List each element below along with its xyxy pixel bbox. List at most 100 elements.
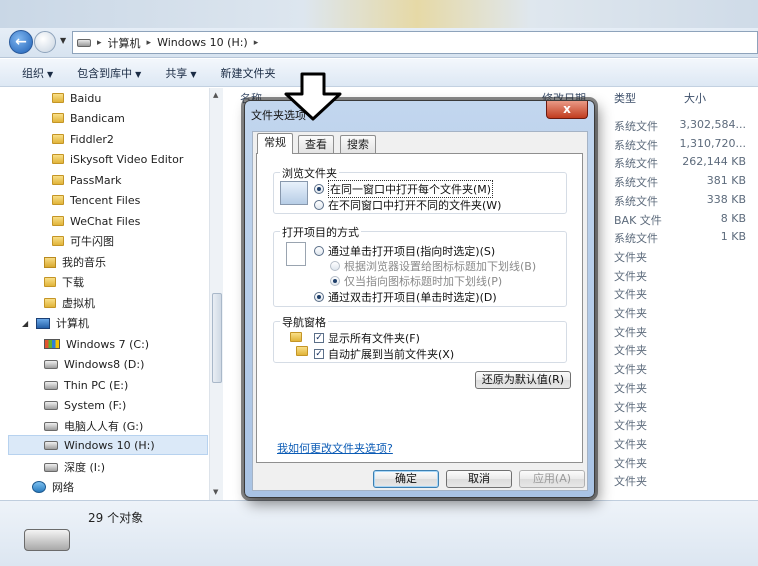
drive-icon (44, 462, 58, 472)
forward-button[interactable] (34, 31, 56, 53)
table-row[interactable]: BAK 文件 8 KB (614, 212, 754, 230)
organize-menu[interactable]: 组织 ▼ (22, 65, 53, 81)
folder-icon (52, 154, 64, 164)
table-row[interactable]: 文件夹 (614, 361, 754, 379)
nav-item-drive-h[interactable]: Windows 10 (H:) (8, 435, 208, 455)
nav-item-baidu[interactable]: Baidu (52, 88, 101, 108)
table-row[interactable]: 文件夹 (614, 417, 754, 435)
table-row[interactable]: 文件夹 (614, 286, 754, 304)
table-row[interactable]: 系统文件 338 KB (614, 193, 754, 211)
table-row[interactable]: 文件夹 (614, 324, 754, 342)
table-row[interactable]: 文件夹 (614, 342, 754, 360)
ok-button[interactable]: 确定 (373, 470, 439, 488)
recent-pages-chevron-icon[interactable]: ▼ (60, 36, 66, 45)
scroll-up-icon[interactable]: ▲ (213, 91, 218, 99)
radio-new-window[interactable]: 在不同窗口中打开不同的文件夹(W) (314, 197, 501, 213)
table-row[interactable]: 文件夹 (614, 473, 754, 491)
share-label: 共享 (165, 66, 188, 80)
table-row[interactable]: 文件夹 (614, 249, 754, 267)
nav-item-iskysoft[interactable]: iSkysoft Video Editor (52, 149, 183, 169)
breadcrumb-separator-icon[interactable]: ▸ (147, 38, 152, 48)
nav-item-drive-d[interactable]: Windows8 (D:) (44, 354, 144, 374)
table-row[interactable]: 文件夹 (614, 305, 754, 323)
table-row[interactable]: 文件夹 (614, 399, 754, 417)
table-row[interactable]: 文件夹 (614, 380, 754, 398)
restore-defaults-button[interactable]: 还原为默认值(R) (475, 371, 571, 389)
file-type: BAK 文件 (614, 213, 662, 227)
nav-item-fiddler2[interactable]: Fiddler2 (52, 129, 114, 149)
nav-item-tencent-files[interactable]: Tencent Files (52, 190, 140, 210)
checkbox-auto-expand[interactable]: ✓ 自动扩展到当前文件夹(X) (314, 346, 454, 362)
drive-icon (44, 440, 58, 450)
table-row[interactable]: 文件夹 (614, 436, 754, 454)
nav-item-drive-e[interactable]: Thin PC (E:) (44, 375, 128, 395)
nav-item-drive-g[interactable]: 电脑人人有 (G:) (44, 416, 143, 436)
nav-pane-scrollbar[interactable]: ▲ ▼ (209, 88, 223, 500)
nav-item-label: 计算机 (56, 317, 89, 330)
column-header-type[interactable]: 类型 (614, 88, 636, 110)
nav-item-vm[interactable]: 虚拟机 (44, 293, 95, 313)
checkbox-show-all-folders[interactable]: ✓ 显示所有文件夹(F) (314, 330, 420, 346)
apply-button[interactable]: 应用(A) (519, 470, 585, 488)
file-type: 文件夹 (614, 250, 647, 264)
nav-item-drive-f[interactable]: System (F:) (44, 395, 126, 415)
nav-item-keniu[interactable]: 可牛闪图 (52, 231, 114, 251)
nav-item-label: PassMark (70, 173, 122, 187)
nav-item-drive-c[interactable]: Windows 7 (C:) (44, 334, 149, 354)
table-row[interactable]: 系统文件 3,302,584... (614, 118, 754, 136)
column-header-size[interactable]: 大小 (684, 88, 706, 110)
nav-item-downloads[interactable]: 下载 (44, 272, 84, 292)
scroll-down-icon[interactable]: ▼ (213, 488, 218, 496)
breadcrumb-separator-icon[interactable]: ▸ (97, 38, 102, 48)
folder-icon (52, 175, 64, 185)
nav-item-label: Tencent Files (70, 193, 141, 207)
radio-same-window[interactable]: 在同一窗口中打开每个文件夹(M) (314, 180, 494, 198)
breadcrumb-computer[interactable]: 计算机 (108, 35, 141, 51)
file-type: 文件夹 (614, 419, 647, 433)
close-button[interactable]: x (546, 101, 588, 119)
nav-item-music[interactable]: 我的音乐 (44, 252, 106, 272)
expand-arrow-icon[interactable]: ◢ (22, 319, 30, 328)
nav-item-computer[interactable]: ◢ 计算机 (22, 313, 89, 333)
click-items-group: 打开项目的方式 通过单击打开项目(指向时选定)(S) 根据浏览器设置给图标标题加… (273, 224, 567, 307)
cancel-button[interactable]: 取消 (446, 470, 512, 488)
group-title: 打开项目的方式 (280, 224, 361, 240)
share-menu[interactable]: 共享 ▼ (165, 65, 196, 81)
nav-item-drive-i[interactable]: 深度 (I:) (44, 457, 105, 477)
scrollbar-thumb[interactable] (212, 293, 222, 383)
nav-item-passmark[interactable]: PassMark (52, 170, 121, 190)
nav-item-wechat-files[interactable]: WeChat Files (52, 211, 140, 231)
radio-double-click[interactable]: 通过双击打开项目(单击时选定)(D) (314, 289, 497, 305)
file-type: 文件夹 (614, 437, 647, 451)
tab-search[interactable]: 搜索 (340, 135, 376, 153)
include-in-library-menu[interactable]: 包含到库中 ▼ (77, 65, 141, 81)
nav-item-label: System (F:) (64, 398, 127, 412)
file-size: 3,302,584... (679, 118, 746, 131)
nav-item-bandicam[interactable]: Bandicam (52, 108, 125, 128)
table-row[interactable]: 系统文件 381 KB (614, 174, 754, 192)
radio-single-click[interactable]: 通过单击打开项目(指向时选定)(S) (314, 243, 495, 259)
table-row[interactable]: 文件夹 (614, 268, 754, 286)
table-row[interactable]: 系统文件 262,144 KB (614, 155, 754, 173)
folder-icon (52, 113, 64, 123)
address-bar[interactable]: ▸ 计算机 ▸ Windows 10 (H:) ▸ (72, 31, 758, 54)
breadcrumb-drive[interactable]: Windows 10 (H:) (157, 36, 248, 49)
file-type: 文件夹 (614, 456, 647, 470)
tab-view[interactable]: 查看 (298, 135, 334, 153)
back-button[interactable]: ← (9, 30, 33, 54)
table-row[interactable]: 系统文件 1,310,720... (614, 137, 754, 155)
nav-item-network[interactable]: 网络 (32, 477, 74, 497)
table-row[interactable]: 文件夹 (614, 455, 754, 473)
table-row[interactable]: 系统文件 1 KB (614, 230, 754, 248)
file-size: 338 KB (706, 192, 746, 206)
tab-general[interactable]: 常规 (257, 133, 293, 154)
nav-item-label: 网络 (52, 481, 74, 494)
nav-item-label: Windows8 (D:) (64, 357, 145, 371)
help-link[interactable]: 我如何更改文件夹选项? (277, 440, 393, 456)
breadcrumb-separator-icon[interactable]: ▸ (254, 38, 259, 48)
nav-item-label: Thin PC (E:) (64, 378, 129, 392)
radio-checked-icon (330, 276, 340, 286)
file-type: 系统文件 (614, 157, 658, 171)
file-type: 系统文件 (614, 138, 658, 152)
new-folder-button[interactable]: 新建文件夹 (220, 65, 275, 81)
